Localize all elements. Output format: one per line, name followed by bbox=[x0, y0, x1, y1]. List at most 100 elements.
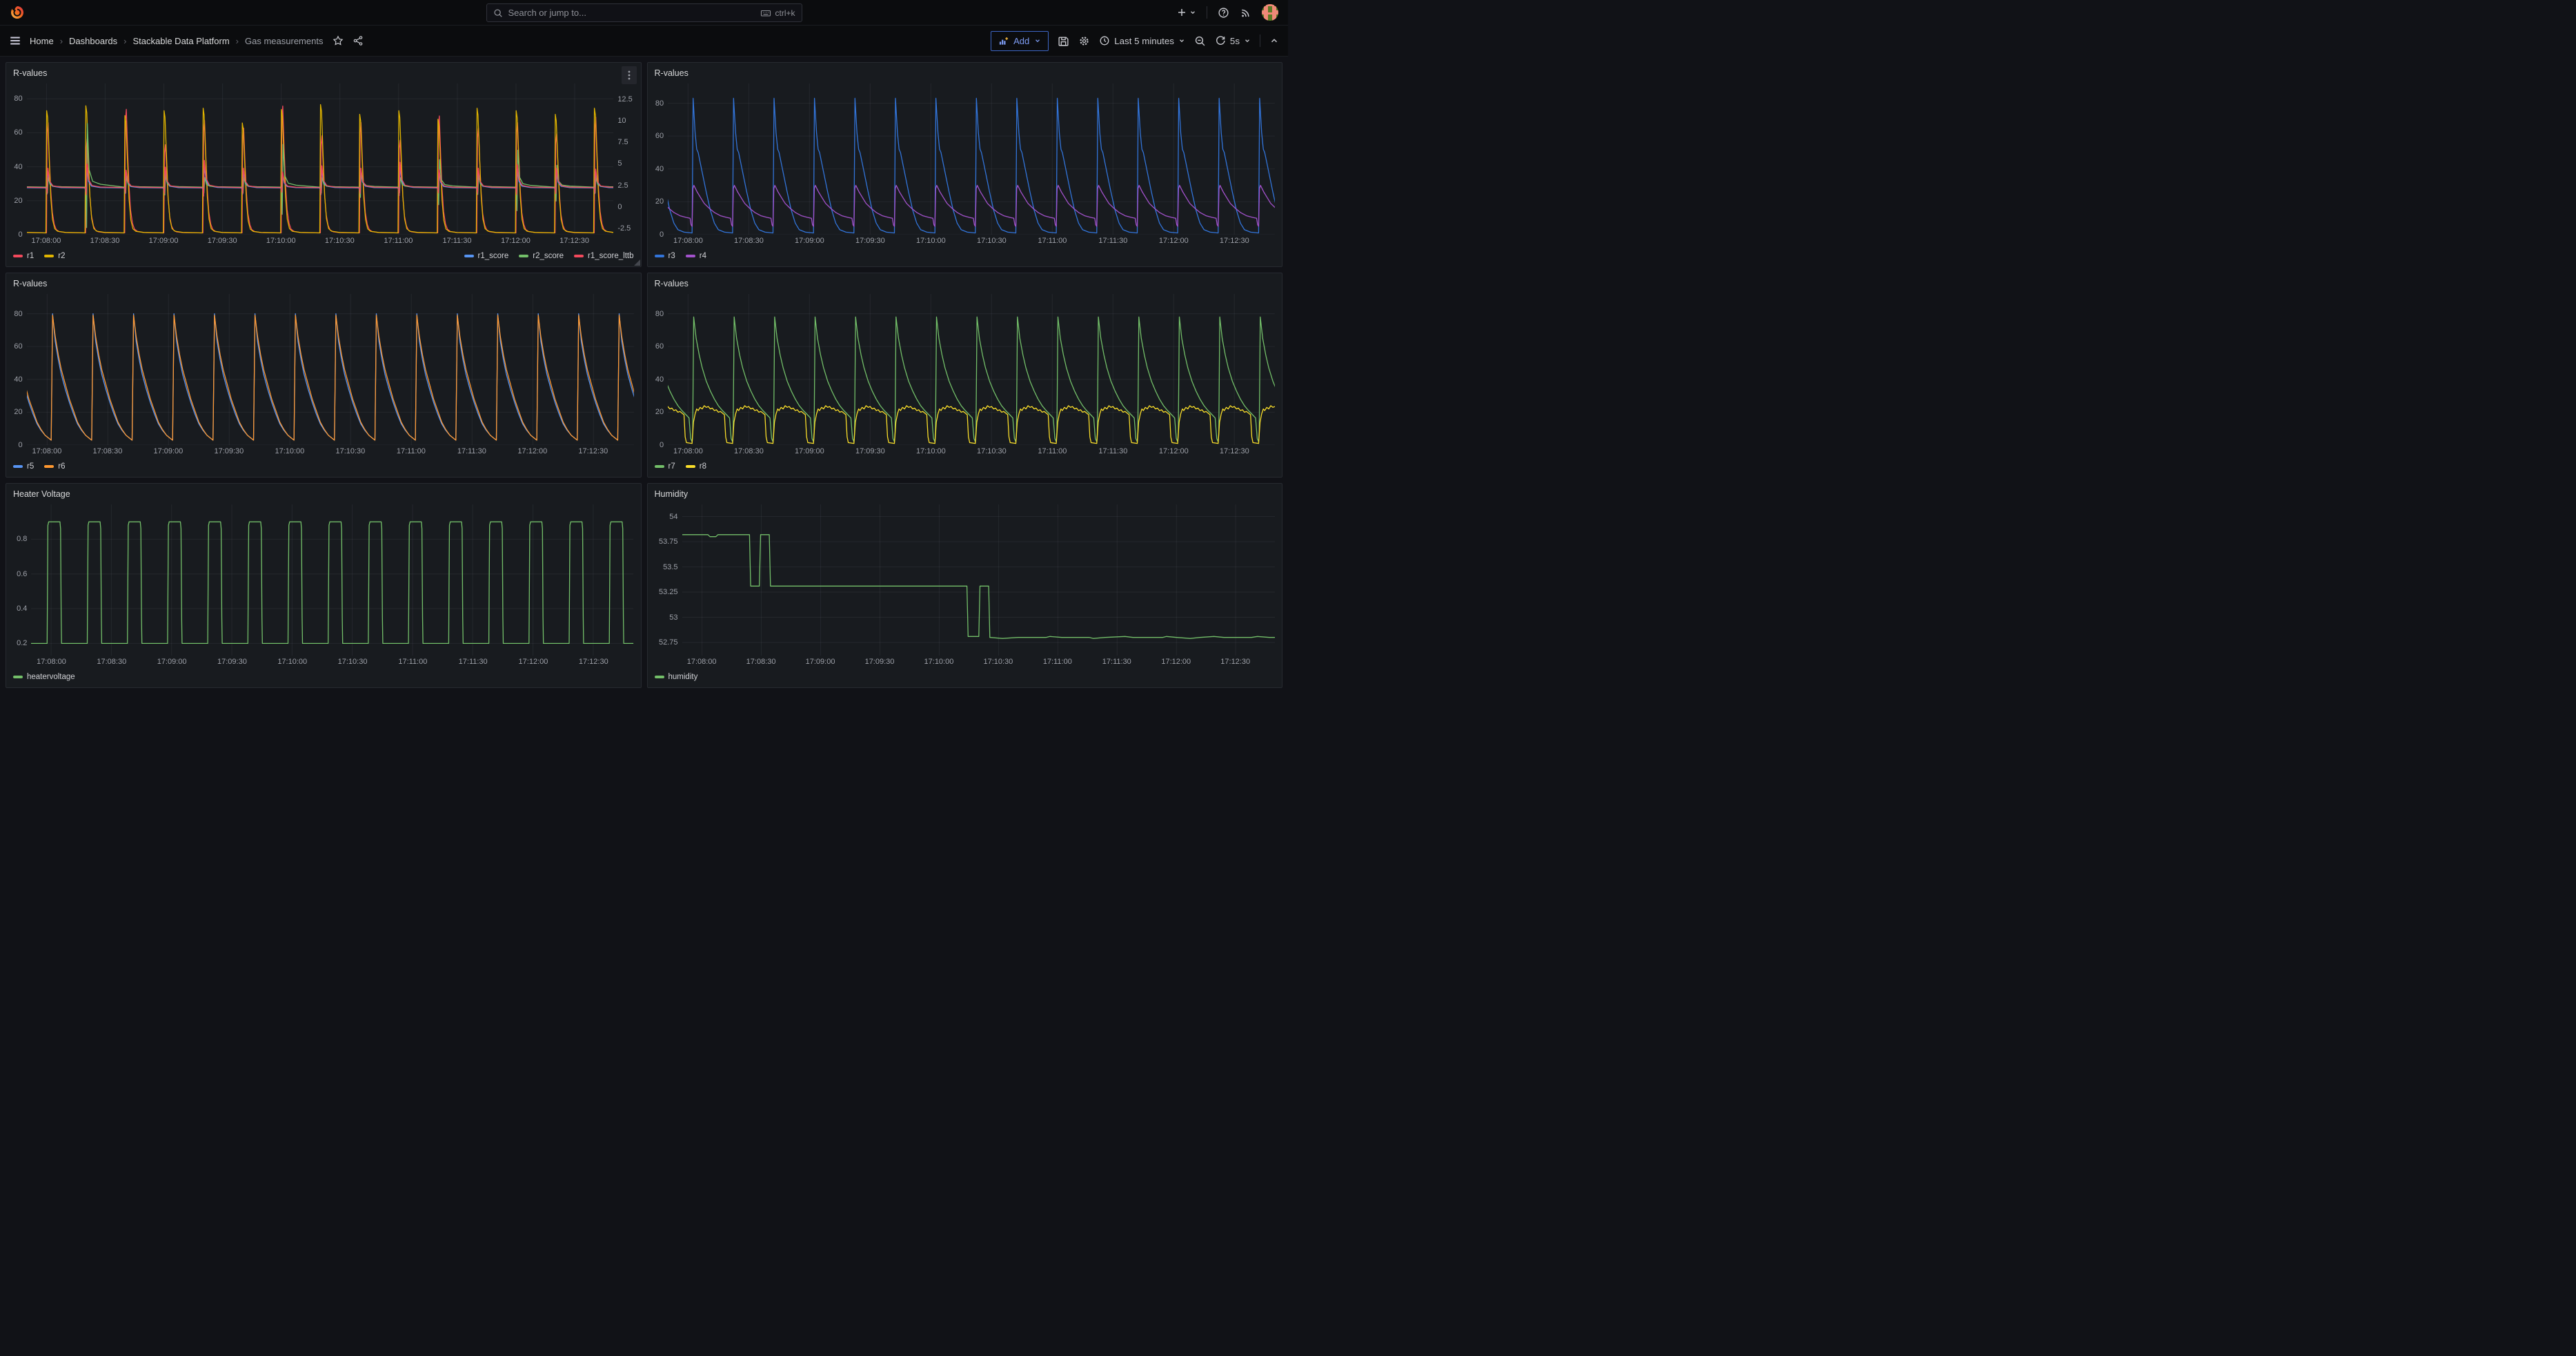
new-button[interactable] bbox=[1176, 7, 1196, 18]
grafana-logo[interactable] bbox=[10, 5, 25, 20]
chart-plot[interactable] bbox=[668, 83, 1275, 235]
x-tick-label: 17:09:30 bbox=[855, 237, 885, 245]
legend-swatch bbox=[13, 676, 23, 678]
series-r6 bbox=[27, 315, 634, 440]
share-button[interactable] bbox=[353, 35, 364, 46]
panel-header[interactable]: R-values bbox=[6, 273, 641, 294]
legend-swatch bbox=[655, 465, 664, 468]
breadcrumb-home[interactable]: Home bbox=[30, 36, 54, 46]
panel-header[interactable]: Humidity bbox=[648, 484, 1282, 504]
legend-swatch bbox=[13, 255, 23, 257]
x-tick-label: 17:09:00 bbox=[157, 658, 187, 666]
x-tick-label: 17:12:30 bbox=[579, 658, 608, 666]
panel-menu-button[interactable] bbox=[622, 66, 637, 84]
x-tick-label: 17:12:30 bbox=[1220, 447, 1249, 455]
y-tick-label: 60 bbox=[655, 132, 664, 140]
news-button[interactable] bbox=[1240, 7, 1251, 19]
help-icon bbox=[1218, 7, 1229, 19]
legend-label: r4 bbox=[700, 252, 706, 260]
legend-item[interactable]: r2 bbox=[44, 252, 65, 260]
legend: r7 r8 bbox=[648, 459, 1282, 477]
x-tick-label: 17:08:00 bbox=[673, 447, 703, 455]
save-dashboard-button[interactable] bbox=[1058, 35, 1069, 47]
legend-item[interactable]: r3 bbox=[655, 252, 675, 260]
legend-swatch bbox=[655, 255, 664, 257]
legend-swatch bbox=[574, 255, 584, 257]
panel-header[interactable]: R-values bbox=[648, 63, 1282, 83]
legend-item[interactable]: r8 bbox=[686, 462, 706, 471]
x-tick-label: 17:11:00 bbox=[1043, 658, 1072, 666]
chart-plot[interactable] bbox=[27, 83, 614, 235]
dashboard-settings-button[interactable] bbox=[1078, 35, 1090, 47]
x-axis: 17:08:0017:08:3017:09:0017:09:3017:10:00… bbox=[31, 656, 633, 669]
panel-header[interactable]: R-values bbox=[648, 273, 1282, 294]
avatar[interactable] bbox=[1262, 4, 1278, 21]
legend: r5 r6 bbox=[6, 459, 641, 477]
panel-header[interactable]: R-values bbox=[6, 63, 641, 83]
refresh-picker[interactable]: 5s bbox=[1215, 35, 1251, 46]
time-range-picker[interactable]: Last 5 minutes bbox=[1099, 35, 1185, 46]
zoom-out-icon bbox=[1194, 35, 1206, 47]
panel-header[interactable]: Heater Voltage bbox=[6, 484, 641, 504]
y-tick-label: 60 bbox=[655, 342, 664, 351]
legend-item[interactable]: heatervoltage bbox=[13, 673, 75, 681]
legend-item[interactable]: r1 bbox=[13, 252, 34, 260]
plus-icon bbox=[1176, 7, 1187, 18]
legend-item[interactable]: r4 bbox=[686, 252, 706, 260]
legend-swatch bbox=[686, 465, 695, 468]
x-tick-label: 17:12:00 bbox=[519, 658, 548, 666]
x-tick-label: 17:10:30 bbox=[335, 447, 365, 455]
x-axis: 17:08:0017:08:3017:09:0017:09:3017:10:00… bbox=[668, 445, 1275, 459]
y-tick-label: 0 bbox=[660, 230, 664, 239]
chevron-down-icon bbox=[1244, 37, 1251, 44]
chart-plot[interactable] bbox=[31, 504, 633, 656]
breadcrumb-folder[interactable]: Stackable Data Platform bbox=[132, 36, 229, 46]
favorite-button[interactable] bbox=[333, 35, 344, 46]
series-heatervoltage bbox=[31, 522, 633, 643]
help-button[interactable] bbox=[1218, 7, 1229, 19]
y-axis-left: 0.20.40.60.8 bbox=[6, 504, 31, 656]
x-tick-label: 17:11:30 bbox=[459, 658, 488, 666]
y-tick-label: 54 bbox=[669, 513, 677, 521]
y-tick-label: 80 bbox=[655, 310, 664, 318]
legend-label: r1_score bbox=[478, 252, 509, 260]
resize-handle[interactable] bbox=[634, 259, 640, 266]
legend-item[interactable]: r7 bbox=[655, 462, 675, 471]
mega-menu-toggle[interactable] bbox=[9, 35, 21, 47]
x-tick-label: 17:11:30 bbox=[1098, 237, 1127, 245]
panel: R-values 020406080 17:08:0017:08:3017:09… bbox=[6, 273, 642, 478]
panel: R-values 020406080 -2.502.557.51012.5 17… bbox=[6, 62, 642, 267]
x-tick-label: 17:12:30 bbox=[559, 237, 589, 245]
chart-plot[interactable] bbox=[27, 294, 634, 445]
time-range-label: Last 5 minutes bbox=[1114, 36, 1174, 46]
search-input[interactable]: Search or jump to... ctrl+k bbox=[486, 3, 802, 22]
y-tick-label: 20 bbox=[14, 197, 22, 205]
add-panel-button[interactable]: Add bbox=[991, 31, 1049, 51]
breadcrumb-current: Gas measurements bbox=[245, 36, 323, 46]
legend-item[interactable]: r1_score_lttb bbox=[574, 252, 633, 260]
y-axis-left: 020406080 bbox=[6, 294, 27, 445]
breadcrumb-dashboards[interactable]: Dashboards bbox=[69, 36, 117, 46]
legend-label: r1 bbox=[27, 252, 34, 260]
refresh-icon bbox=[1215, 35, 1226, 46]
x-tick-label: 17:10:00 bbox=[275, 447, 304, 455]
bar-chart-plus-icon bbox=[998, 36, 1009, 46]
zoom-out-button[interactable] bbox=[1194, 35, 1206, 47]
clock-icon bbox=[1099, 35, 1110, 46]
legend-label: r3 bbox=[668, 252, 675, 260]
legend-item[interactable]: r5 bbox=[13, 462, 34, 471]
legend-item[interactable]: humidity bbox=[655, 673, 698, 681]
x-tick-label: 17:11:00 bbox=[397, 447, 426, 455]
x-tick-label: 17:09:30 bbox=[865, 658, 895, 666]
legend-swatch bbox=[686, 255, 695, 257]
legend-item[interactable]: r6 bbox=[44, 462, 65, 471]
chart-plot[interactable] bbox=[682, 504, 1276, 656]
y-axis-right bbox=[1275, 504, 1282, 656]
collapse-toolbar-button[interactable] bbox=[1269, 36, 1279, 46]
legend-item[interactable]: r2_score bbox=[519, 252, 564, 260]
x-tick-label: 17:11:30 bbox=[1098, 447, 1127, 455]
x-tick-label: 17:08:30 bbox=[746, 658, 776, 666]
chart-plot[interactable] bbox=[668, 294, 1275, 445]
legend-item[interactable]: r1_score bbox=[464, 252, 509, 260]
y-tick-label: 53.75 bbox=[659, 538, 678, 546]
